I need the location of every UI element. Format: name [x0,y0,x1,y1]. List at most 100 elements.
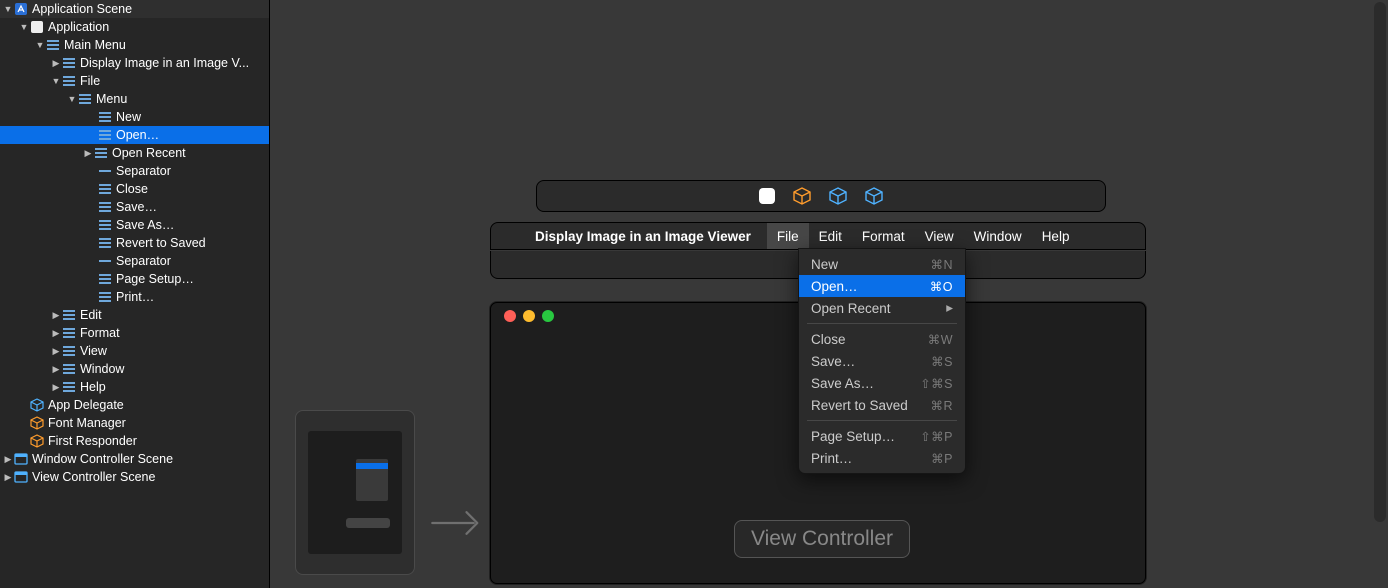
file-menu-dropdown: New ⌘N Open… ⌘O Open Recent ▸ Close ⌘W S… [798,248,966,474]
label: Save… [116,200,157,214]
chevron-right-icon: ▸ [946,300,953,316]
outline-file[interactable]: ▼ File [0,72,269,90]
menu-open[interactable]: Open… ⌘O [799,275,965,297]
outline-save-as[interactable]: Save As… [0,216,269,234]
label: Open… [116,128,159,142]
outline-revert[interactable]: Revert to Saved [0,234,269,252]
close-traffic-icon[interactable] [504,310,516,322]
label: Application [48,20,109,34]
cube-icon[interactable] [793,187,811,205]
outline-open-recent[interactable]: ▶ Open Recent [0,144,269,162]
outline-display-image[interactable]: ▶ Display Image in an Image V... [0,54,269,72]
menu-close[interactable]: Close ⌘W [799,328,965,350]
outline-font-manager[interactable]: ▶ Font Manager [0,414,269,432]
zoom-traffic-icon[interactable] [542,310,554,322]
outline-separator-1[interactable]: Separator [0,162,269,180]
outline-edit[interactable]: ▶ Edit [0,306,269,324]
outline-menu[interactable]: ▼ Menu [0,90,269,108]
menu-item-icon [98,128,112,142]
outline-view[interactable]: ▶ View [0,342,269,360]
menu-item-icon [62,74,76,88]
disclosure-triangle-icon[interactable]: ▼ [66,94,78,104]
disclosure-triangle-icon[interactable]: ▶ [2,454,14,465]
shortcut: ⌘S [931,354,953,369]
menu-item-icon [98,236,112,250]
outline-sidebar[interactable]: ▼ Application Scene ▼ Application ▼ Main… [0,0,270,588]
outline-save[interactable]: Save… [0,198,269,216]
label: Separator [116,254,171,268]
cube-icon[interactable] [829,187,847,205]
menubar-app-title[interactable]: Display Image in an Image Viewer [525,223,761,249]
menu-icon [78,92,92,106]
outline-application[interactable]: ▼ Application [0,18,269,36]
outline-print[interactable]: Print… [0,288,269,306]
disclosure-triangle-icon[interactable]: ▼ [50,76,62,86]
outline-new[interactable]: New [0,108,269,126]
app-object-icon[interactable] [759,188,775,204]
menu-save[interactable]: Save… ⌘S [799,350,965,372]
disclosure-triangle-icon[interactable]: ▶ [50,382,62,393]
scrollbar[interactable] [1374,2,1386,522]
menu-icon [46,38,60,52]
outline-window[interactable]: ▶ Window [0,360,269,378]
segue-arrow-icon[interactable] [430,505,485,546]
disclosure-triangle-icon[interactable]: ▶ [50,328,62,339]
outline-separator-2[interactable]: Separator [0,252,269,270]
label: Window [80,362,124,376]
cube-icon[interactable] [865,187,883,205]
disclosure-triangle-icon[interactable]: ▶ [2,472,14,483]
label: Separator [116,164,171,178]
outline-close[interactable]: Close [0,180,269,198]
menubar-format[interactable]: Format [852,223,915,249]
separator-icon [98,164,112,178]
disclosure-triangle-icon[interactable]: ▶ [82,148,94,159]
disclosure-triangle-icon[interactable]: ▼ [18,22,30,32]
outline-main-menu[interactable]: ▼ Main Menu [0,36,269,54]
shortcut: ⌘N [930,257,953,272]
menu-open-recent[interactable]: Open Recent ▸ [799,297,965,319]
label: First Responder [48,434,137,448]
outline-page-setup[interactable]: Page Setup… [0,270,269,288]
menubar-view[interactable]: View [915,223,964,249]
disclosure-triangle-icon[interactable]: ▶ [50,310,62,321]
disclosure-triangle-icon[interactable]: ▼ [2,4,14,14]
menubar-window[interactable]: Window [964,223,1032,249]
label: Close [811,332,846,347]
scene-view-controller[interactable]: ▶ View Controller Scene [0,468,269,486]
minimap-thumbnail[interactable] [295,410,415,575]
label: Save… [811,354,855,369]
view-controller-placeholder[interactable]: View Controller [734,520,910,558]
outline-format[interactable]: ▶ Format [0,324,269,342]
scene-application[interactable]: ▼ Application Scene [0,0,269,18]
menu-save-as[interactable]: Save As… ⇧⌘S [799,372,965,394]
label: Format [80,326,120,340]
menu-item-icon [98,218,112,232]
menubar-file[interactable]: File [767,223,809,249]
cube-icon [30,434,44,448]
minimize-traffic-icon[interactable] [523,310,535,322]
disclosure-triangle-icon[interactable]: ▶ [50,58,62,69]
outline-app-delegate[interactable]: ▶ App Delegate [0,396,269,414]
menu-new[interactable]: New ⌘N [799,253,965,275]
label: Save As… [811,376,874,391]
menu-print[interactable]: Print… ⌘P [799,447,965,469]
menu-page-setup[interactable]: Page Setup… ⇧⌘P [799,425,965,447]
disclosure-triangle-icon[interactable]: ▶ [50,346,62,357]
shortcut: ⇧⌘P [920,429,953,444]
menubar-help[interactable]: Help [1032,223,1080,249]
disclosure-triangle-icon[interactable]: ▶ [50,364,62,375]
label: Save As… [116,218,174,232]
menu-item-icon [62,326,76,340]
outline-open[interactable]: Open… [0,126,269,144]
menu-item-icon [98,110,112,124]
menu-item-icon [62,362,76,376]
outline-help[interactable]: ▶ Help [0,378,269,396]
disclosure-triangle-icon[interactable]: ▼ [34,40,46,50]
menubar-edit[interactable]: Edit [809,223,852,249]
cube-icon [30,416,44,430]
menu-item-icon [98,182,112,196]
label: Revert to Saved [811,398,908,413]
menu-revert[interactable]: Revert to Saved ⌘R [799,394,965,416]
scene-window-controller[interactable]: ▶ Window Controller Scene [0,450,269,468]
outline-first-responder[interactable]: ▶ First Responder [0,432,269,450]
